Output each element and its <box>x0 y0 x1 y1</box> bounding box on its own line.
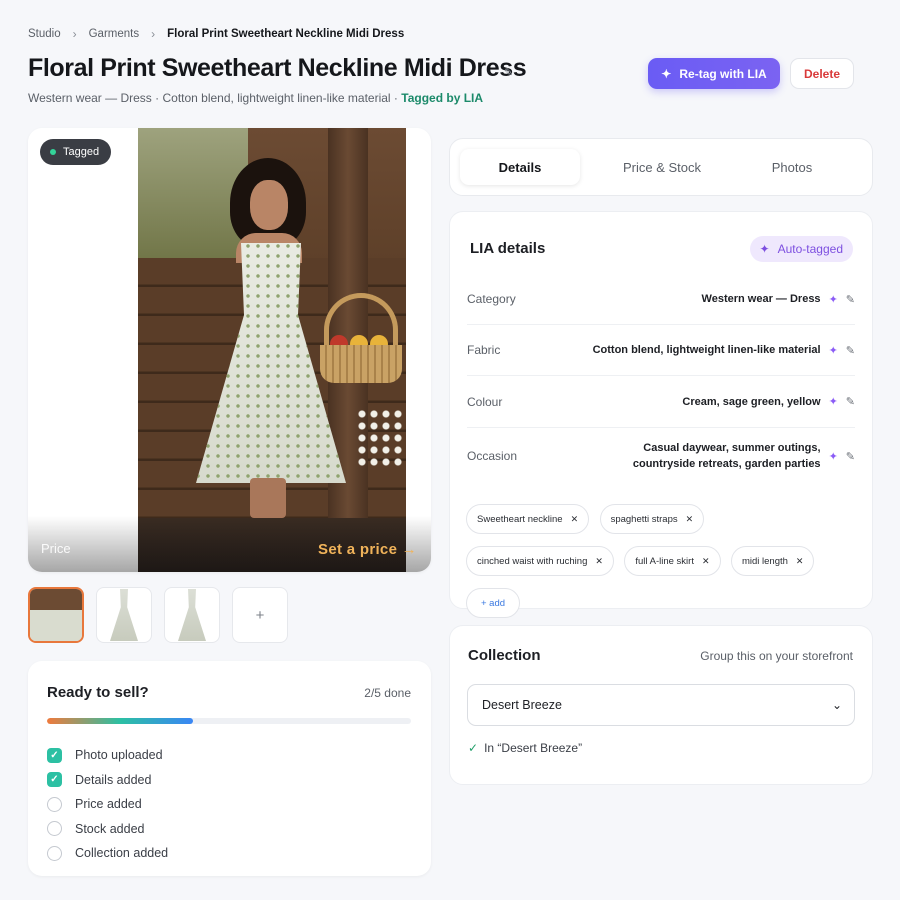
sparkle-icon: ✦ <box>828 396 838 408</box>
breadcrumb-garments[interactable]: Garments <box>89 28 140 40</box>
tagged-badge-label: Tagged <box>63 146 100 158</box>
photo-card: Tagged Price Set a price → <box>28 128 431 572</box>
tagged-by-lia: Tagged by LIA <box>401 91 484 105</box>
close-icon[interactable]: ✕ <box>686 514 694 525</box>
checklist-item: Price added <box>47 792 168 817</box>
checklist-item: Stock added <box>47 817 168 842</box>
tag-chip[interactable]: cinched waist with ruching ✕ <box>466 546 614 576</box>
retag-label: Re-tag with LIA <box>679 66 767 81</box>
lia-title: LIA details <box>470 240 546 257</box>
tag-chip[interactable]: full A-line skirt ✕ <box>624 546 721 576</box>
check-icon <box>47 821 62 837</box>
checklist-item: ✓ Details added <box>47 768 168 793</box>
attribute-value: Cream, sage green, yellow <box>682 395 821 408</box>
sparkle-icon: ✦ <box>828 293 838 306</box>
close-icon[interactable]: ✕ <box>702 556 710 567</box>
garment-photo[interactable] <box>138 128 406 572</box>
thumbnail-strip: + <box>28 587 288 643</box>
set-price-link[interactable]: Set a price → <box>318 541 417 558</box>
breadcrumb-current: Floral Print Sweetheart Neckline Midi Dr… <box>167 28 405 40</box>
tagged-badge: Tagged <box>40 139 112 165</box>
collection-card: Collection Group this on your storefront… <box>449 625 873 785</box>
attribute-row-fabric: Fabric Cotton blend, lightweight linen-l… <box>467 325 855 376</box>
attribute-row-category: Category Western wear — Dress ✦ ✎ <box>467 274 855 325</box>
breadcrumb: Studio › Garments › Floral Print Sweethe… <box>28 27 404 41</box>
tag-chip[interactable]: spaghetti straps ✕ <box>599 504 705 534</box>
add-photo-button[interactable]: + <box>232 587 288 643</box>
thumbnail-1[interactable] <box>28 587 84 643</box>
tag-list: Sweetheart neckline ✕ spaghetti straps ✕ c… <box>466 504 866 630</box>
collection-select[interactable]: Desert Breeze ⌄ <box>467 684 855 726</box>
auto-tagged-badge: ✦ Auto-tagged <box>749 236 853 262</box>
thumbnail-2[interactable] <box>96 587 152 643</box>
pencil-icon[interactable]: ✎ <box>846 450 855 463</box>
chevron-right-icon: › <box>151 27 156 41</box>
checklist-item: Collection added <box>47 841 168 866</box>
ready-checklist: ✓ Photo uploaded ✓ Details added Price add… <box>47 743 168 866</box>
check-icon <box>47 796 62 812</box>
sparkle-icon: ✦ <box>759 242 770 256</box>
tab-bar: Details Price & Stock Photos <box>449 138 873 196</box>
price-label: Price <box>41 541 71 556</box>
lia-details-card: LIA details ✦ Auto-tagged Category Weste… <box>449 211 873 618</box>
attribute-row-colour: Colour Cream, sage green, yellow ✦ ✎ <box>467 376 855 428</box>
ready-count: 2/5 done <box>364 686 411 700</box>
chevron-down-icon: ⌄ <box>831 698 842 712</box>
ready-to-sell-card: Ready to sell? 2/5 done ✓ Photo uploaded … <box>28 661 431 876</box>
check-icon: ✓ <box>468 741 479 755</box>
pencil-icon[interactable]: ✎ <box>846 344 855 357</box>
tag-chip[interactable]: Sweetheart neckline ✕ <box>466 504 590 534</box>
add-tag-button[interactable]: + add <box>466 588 521 618</box>
sparkle-icon: ✦ <box>661 66 672 81</box>
close-icon[interactable]: ✕ <box>796 556 804 567</box>
ready-title: Ready to sell? <box>47 684 149 701</box>
check-icon <box>47 845 62 861</box>
auto-tagged-label: Auto-tagged <box>777 242 843 256</box>
collection-confirmation: ✓ In “Desert Breeze” <box>468 741 583 755</box>
collection-selected-value: Desert Breeze <box>482 698 562 712</box>
delete-button[interactable]: Delete <box>790 58 854 89</box>
checklist-item: ✓ Photo uploaded <box>47 743 168 768</box>
tab-details[interactable]: Details <box>460 149 580 185</box>
check-icon: ✓ <box>47 772 62 788</box>
check-icon: ✓ <box>47 747 62 763</box>
page-title: Floral Print Sweetheart Neckline Midi Dr… <box>28 54 527 82</box>
edit-title-icon[interactable]: ✎ <box>504 66 513 79</box>
page-subtitle: Western wear — Dress · Cotton blend, lig… <box>28 91 483 105</box>
tag-chip[interactable]: midi length ✕ <box>730 546 815 576</box>
sparkle-icon: ✦ <box>828 344 838 357</box>
collection-hint: Group this on your storefront <box>700 649 853 663</box>
thumbnail-3[interactable] <box>164 587 220 643</box>
pencil-icon[interactable]: ✎ <box>846 395 855 408</box>
collection-title: Collection <box>468 647 541 664</box>
breadcrumb-studio[interactable]: Studio <box>28 28 61 40</box>
attribute-value: Western wear — Dress <box>701 293 821 305</box>
attribute-value: Casual daywear, summer outings, countrys… <box>632 442 821 470</box>
close-icon[interactable]: ✕ <box>595 556 603 567</box>
sparkle-icon: ✦ <box>828 450 838 463</box>
attribute-value: Cotton blend, lightweight linen-like mat… <box>592 344 821 356</box>
status-dot-icon <box>50 149 56 155</box>
attribute-row-occasion: Occasion Casual daywear, summer outings,… <box>467 442 855 470</box>
retag-button[interactable]: ✦ Re-tag with LIA <box>648 58 780 89</box>
ready-progress-bar <box>47 718 411 724</box>
subtitle-text: Western wear — Dress · Cotton blend, lig… <box>28 91 402 105</box>
tab-photos[interactable]: Photos <box>732 149 852 185</box>
chevron-right-icon: › <box>72 27 77 41</box>
close-icon[interactable]: ✕ <box>571 514 579 525</box>
pencil-icon[interactable]: ✎ <box>846 293 855 306</box>
tab-price-stock[interactable]: Price & Stock <box>602 149 722 185</box>
